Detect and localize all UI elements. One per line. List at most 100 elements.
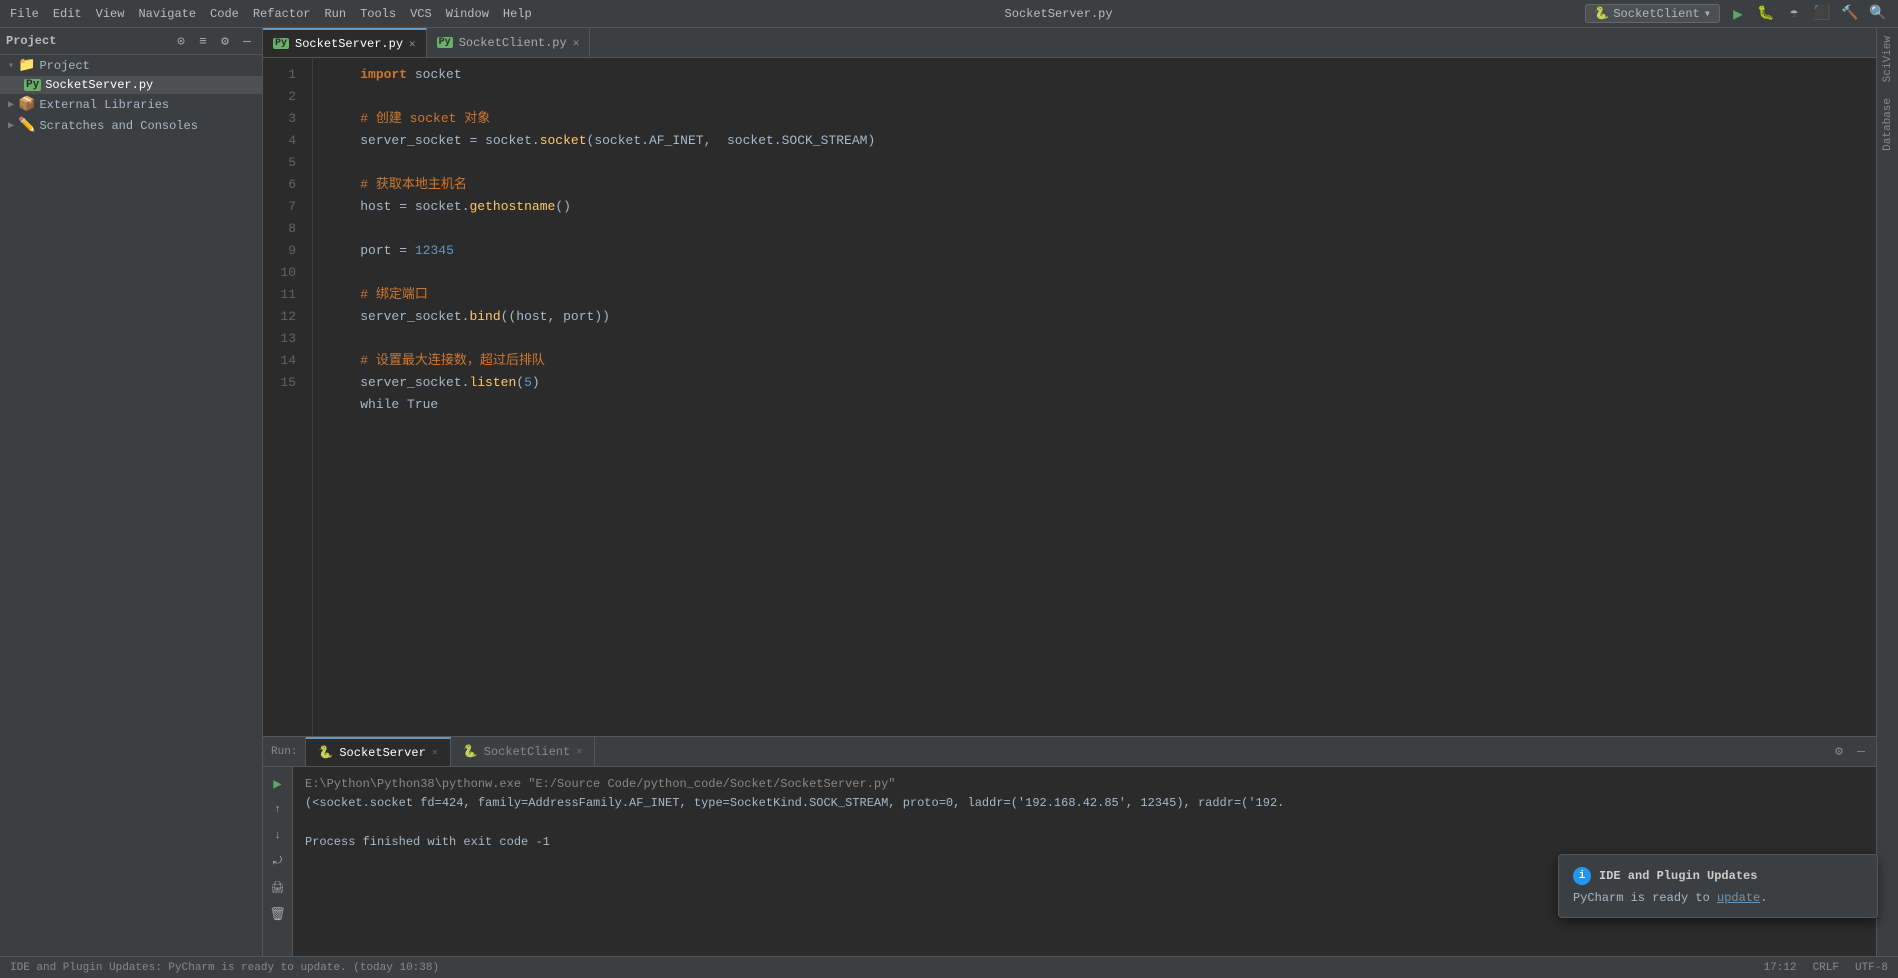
- status-bar: IDE and Plugin Updates: PyCharm is ready…: [0, 956, 1898, 978]
- run-side-toolbar: ▶ ↑ ↓ ⤾ 🖨 🗑: [263, 767, 293, 956]
- bottom-panel: Run: 🐍 SocketServer ✕ 🐍 SocketClient ✕ ⚙…: [263, 736, 1876, 956]
- soft-wrap-btn[interactable]: ⤾: [267, 851, 289, 873]
- build-button[interactable]: 🔨: [1840, 4, 1860, 24]
- sidebar-toolbar: Project ⊙ ≡ ⚙ —: [0, 28, 262, 55]
- right-strip: SciView Database: [1876, 28, 1898, 956]
- title-bar: File Edit View Navigate Code Refactor Ru…: [0, 0, 1898, 28]
- notification-link[interactable]: update: [1717, 891, 1760, 905]
- python-icon: 🐍: [1594, 6, 1609, 21]
- code-line-4: server_socket = socket.socket(socket.AF_…: [329, 130, 1876, 152]
- right-tab-sciview[interactable]: SciView: [1878, 28, 1898, 90]
- menu-refactor[interactable]: Refactor: [253, 7, 311, 21]
- right-tab-database[interactable]: Database: [1878, 90, 1898, 159]
- stop-button[interactable]: ⬛: [1812, 4, 1832, 24]
- run-button[interactable]: ▶: [1728, 4, 1748, 24]
- sidebar-settings-btn[interactable]: ⚙: [216, 32, 234, 50]
- scratches-label: Scratches and Consoles: [39, 119, 197, 133]
- notification-popup: i IDE and Plugin Updates PyCharm is read…: [1558, 854, 1878, 918]
- sidebar-close-btn[interactable]: —: [238, 32, 256, 50]
- output-line-4: Process finished with exit code -1: [305, 833, 1864, 852]
- arrow-icon-scratch: ▶: [8, 120, 14, 132]
- status-right: 17:12 CRLF UTF-8: [1764, 962, 1888, 974]
- tree-item-external-libs[interactable]: ▶ 📦 External Libraries: [0, 94, 262, 115]
- code-line-14: # 设置最大连接数，超过后排队: [329, 350, 1876, 372]
- folder-icon: 📁: [18, 57, 35, 74]
- line-numbers: 1 2 3 4 5 6 7 8 9 10 11 12 13 14 15: [263, 58, 313, 736]
- bottom-tab-close-2[interactable]: ✕: [576, 746, 582, 758]
- output-line-2: (<socket.socket fd=424, family=AddressFa…: [305, 794, 1864, 813]
- code-line-7: host = socket.gethostname(): [329, 196, 1876, 218]
- tab-py-icon-2: Py: [437, 37, 453, 48]
- encoding[interactable]: UTF-8: [1855, 962, 1888, 974]
- external-libs-icon: 📦: [18, 96, 35, 113]
- code-line-10: [329, 262, 1876, 284]
- bottom-tab-close-1[interactable]: ✕: [432, 747, 438, 759]
- search-button[interactable]: 🔍: [1868, 4, 1888, 24]
- settings-btn[interactable]: ⚙: [1830, 743, 1848, 761]
- project-label: Project: [39, 59, 89, 73]
- menu-window[interactable]: Window: [446, 7, 489, 21]
- code-line-12: server_socket.bind((host, port)): [329, 306, 1876, 328]
- notification-title: IDE and Plugin Updates: [1599, 869, 1757, 883]
- trash-btn[interactable]: 🗑: [267, 903, 289, 925]
- bottom-tab-bar: Run: 🐍 SocketServer ✕ 🐍 SocketClient ✕ ⚙…: [263, 737, 1876, 767]
- code-line-6: # 获取本地主机名: [329, 174, 1876, 196]
- debug-button[interactable]: 🐛: [1756, 4, 1776, 24]
- tab-close-2[interactable]: ✕: [573, 36, 580, 50]
- code-line-9: port = 12345: [329, 240, 1876, 262]
- sidebar-scope-btn[interactable]: ⊙: [172, 32, 190, 50]
- menu-navigate[interactable]: Navigate: [138, 7, 196, 21]
- menu-run[interactable]: Run: [324, 7, 346, 21]
- tree-item-project[interactable]: ▾ 📁 Project: [0, 55, 262, 76]
- menu-help[interactable]: Help: [503, 7, 532, 21]
- menu-vcs[interactable]: VCS: [410, 7, 432, 21]
- run-label: Run:: [271, 746, 297, 758]
- cursor-position: 17:12: [1764, 962, 1797, 974]
- code-editor[interactable]: 1 2 3 4 5 6 7 8 9 10 11 12 13 14 15 impo…: [263, 58, 1876, 736]
- run-icon-1: 🐍: [318, 745, 333, 760]
- bottom-tab-socketserver[interactable]: 🐍 SocketServer ✕: [306, 737, 450, 766]
- code-content[interactable]: import socket # 创建 socket 对象 server_sock…: [313, 58, 1876, 736]
- coverage-button[interactable]: ☂: [1784, 4, 1804, 24]
- menu-view[interactable]: View: [96, 7, 125, 21]
- menu-tools[interactable]: Tools: [360, 7, 396, 21]
- editor-tab-bar: Py SocketServer.py ✕ Py SocketClient.py …: [263, 28, 1876, 58]
- menu-code[interactable]: Code: [210, 7, 239, 21]
- tab-socketclient[interactable]: Py SocketClient.py ✕: [427, 28, 591, 57]
- scratches-icon: ✏️: [18, 117, 35, 134]
- tab-socketserver[interactable]: Py SocketServer.py ✕: [263, 28, 427, 57]
- py-file-icon: Py: [24, 79, 41, 91]
- tree-item-socketserver[interactable]: Py SocketServer.py: [0, 76, 262, 94]
- sidebar-expand-btn[interactable]: ≡: [194, 32, 212, 50]
- chevron-down-icon: ▾: [1704, 6, 1711, 21]
- status-message: IDE and Plugin Updates: PyCharm is ready…: [10, 962, 1748, 974]
- print-btn[interactable]: 🖨: [267, 877, 289, 899]
- menu-bar[interactable]: File Edit View Navigate Code Refactor Ru…: [10, 7, 532, 21]
- tab-close-1[interactable]: ✕: [409, 37, 416, 51]
- line-ending[interactable]: CRLF: [1813, 962, 1839, 974]
- menu-file[interactable]: File: [10, 7, 39, 21]
- arrow-icon-ext: ▶: [8, 99, 14, 111]
- notification-header: i IDE and Plugin Updates: [1573, 867, 1863, 885]
- arrow-icon: ▾: [8, 60, 14, 72]
- minimize-btn[interactable]: —: [1852, 743, 1870, 761]
- scroll-up-btn[interactable]: ↑: [267, 799, 289, 821]
- run-btn[interactable]: ▶: [267, 773, 289, 795]
- scroll-down-btn[interactable]: ↓: [267, 825, 289, 847]
- run-icon-2: 🐍: [463, 744, 478, 759]
- code-line-15: server_socket.listen(5): [329, 372, 1876, 394]
- run-configuration[interactable]: 🐍 SocketClient ▾: [1585, 4, 1720, 23]
- bottom-tab-label-2: SocketClient: [484, 745, 570, 759]
- project-sidebar: Project ⊙ ≡ ⚙ — ▾ 📁 Project Py SocketSer…: [0, 28, 263, 956]
- code-line-11: # 绑定端口: [329, 284, 1876, 306]
- menu-edit[interactable]: Edit: [53, 7, 82, 21]
- notification-suffix: .: [1760, 891, 1767, 905]
- bottom-toolbar: ⚙ —: [1830, 737, 1876, 766]
- bottom-tab-socketclient[interactable]: 🐍 SocketClient ✕: [451, 737, 595, 766]
- window-title: SocketServer.py: [532, 7, 1586, 21]
- notification-body: PyCharm is ready to update.: [1573, 891, 1863, 905]
- tab-label-1: SocketServer.py: [295, 37, 403, 51]
- code-line-2: [329, 86, 1876, 108]
- tree-item-scratches[interactable]: ▶ ✏️ Scratches and Consoles: [0, 115, 262, 136]
- tab-py-icon-1: Py: [273, 38, 289, 49]
